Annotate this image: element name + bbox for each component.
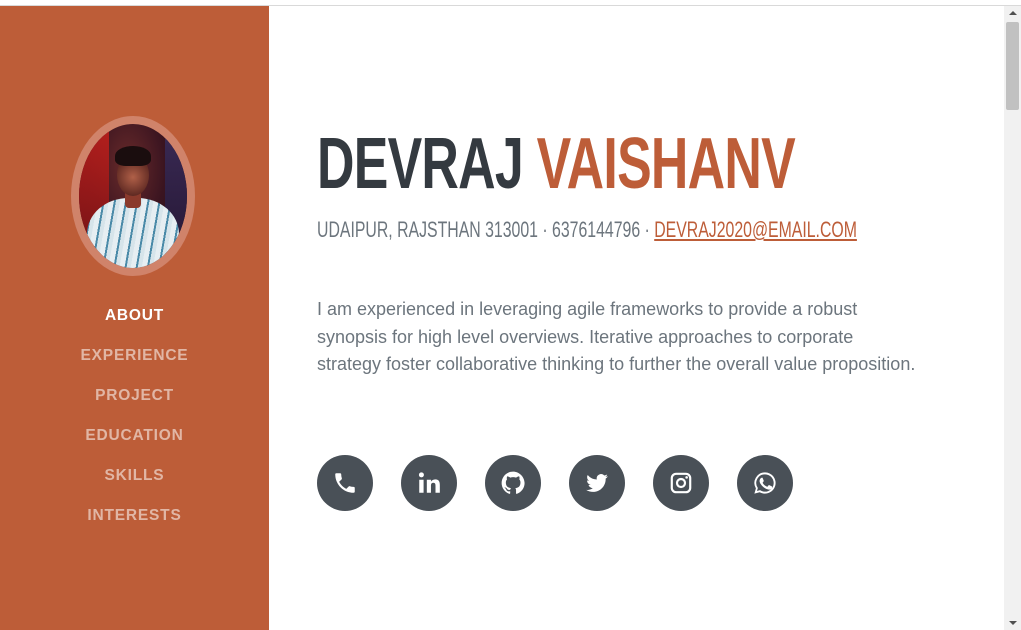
bio-text: I am experienced in leveraging agile fra…	[317, 299, 916, 374]
whatsapp-button[interactable]	[737, 455, 793, 511]
whatsapp-icon	[754, 472, 776, 494]
about-section: Devraj Vaishanv Udaipur, Rajsthan 313001…	[269, 6, 1004, 630]
twitter-button[interactable]	[569, 455, 625, 511]
profile-name: Devraj Vaishanv	[317, 124, 796, 204]
nav-item-project: Project	[0, 376, 269, 416]
profile-photo-frame	[71, 116, 195, 276]
scroll-down-arrow[interactable]	[1004, 616, 1021, 630]
nav-link-skills[interactable]: Skills	[105, 467, 165, 485]
linkedin-icon	[418, 472, 440, 493]
scroll-thumb[interactable]	[1006, 22, 1019, 110]
instagram-icon	[670, 472, 692, 494]
profile-photo	[79, 124, 187, 268]
vertical-scrollbar[interactable]	[1004, 6, 1021, 630]
twitter-icon	[586, 474, 608, 492]
nav-link-project[interactable]: Project	[95, 387, 174, 405]
address-phone: Udaipur, Rajsthan 313001 · 6376144796 ·	[317, 217, 655, 242]
linkedin-button[interactable]	[401, 455, 457, 511]
nav-link-experience[interactable]: Experience	[81, 347, 189, 365]
github-button[interactable]	[485, 455, 541, 511]
instagram-button[interactable]	[653, 455, 709, 511]
nav-link-education[interactable]: Education	[85, 427, 183, 445]
nav-link-about[interactable]: About	[105, 307, 164, 325]
email-link[interactable]: devraj2020@email.com	[654, 217, 857, 242]
nav-item-interests: Interests	[0, 496, 269, 536]
nav-link-interests[interactable]: Interests	[87, 507, 181, 525]
social-icons	[317, 455, 793, 511]
nav-item-experience: Experience	[0, 336, 269, 376]
github-icon	[501, 471, 525, 494]
last-name: Vaishanv	[536, 124, 796, 204]
nav-item-about: About	[0, 296, 269, 336]
phone-icon	[335, 473, 355, 493]
nav-item-education: Education	[0, 416, 269, 456]
sidebar-nav: About Experience Project Education Skill…	[0, 296, 269, 536]
nav-item-skills: Skills	[0, 456, 269, 496]
sidebar: About Experience Project Education Skill…	[0, 6, 269, 630]
contact-line: Udaipur, Rajsthan 313001 · 6376144796 · …	[317, 216, 857, 244]
first-name: Devraj	[317, 124, 524, 204]
scroll-up-arrow[interactable]	[1004, 6, 1021, 20]
phone-button[interactable]	[317, 455, 373, 511]
